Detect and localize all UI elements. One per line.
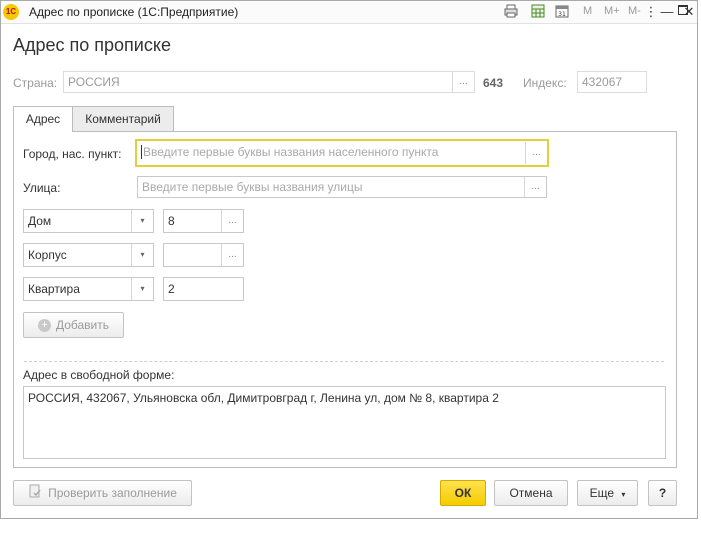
- city-select-button[interactable]: ...: [525, 142, 547, 164]
- memory-minus-button[interactable]: M-: [628, 5, 641, 17]
- building-select-button[interactable]: ...: [221, 244, 243, 266]
- house-select-button[interactable]: ...: [221, 210, 243, 232]
- form-title: Адрес по прописке: [13, 35, 171, 55]
- building-number-input[interactable]: ...: [163, 243, 244, 267]
- country-select-button[interactable]: ...: [452, 72, 474, 92]
- building-type-value: Корпус: [28, 248, 67, 262]
- svg-text:31: 31: [558, 11, 566, 18]
- index-label: Индекс:: [523, 76, 567, 90]
- house-type-value: Дом: [28, 214, 52, 228]
- country-value: РОССИЯ: [68, 75, 120, 89]
- apartment-number-input[interactable]: 2: [163, 277, 244, 301]
- building-type-select[interactable]: Корпус ▾: [23, 243, 154, 267]
- index-field[interactable]: 432067: [577, 71, 647, 93]
- menu-dots-icon[interactable]: ⋮: [643, 3, 659, 21]
- minimize-button[interactable]: —: [659, 3, 675, 21]
- country-code: 643: [483, 76, 504, 90]
- chevron-down-icon: ▾: [621, 490, 626, 499]
- chevron-down-icon[interactable]: ▾: [131, 244, 153, 266]
- close-button[interactable]: ✕: [681, 3, 697, 21]
- check-document-icon: [28, 482, 42, 506]
- house-number-value: 8: [168, 214, 175, 228]
- apartment-type-value: Квартира: [28, 282, 80, 296]
- print-icon[interactable]: [503, 4, 519, 20]
- title-bar: 1С Адрес по прописке (1С:Предприятие) 31…: [1, 1, 697, 24]
- more-button-label: Еще: [589, 486, 615, 500]
- memory-m-button[interactable]: M: [583, 5, 592, 17]
- country-label: Страна:: [13, 76, 58, 90]
- house-type-select[interactable]: Дом ▾: [23, 209, 154, 233]
- window-title: Адрес по прописке (1С:Предприятие): [29, 5, 239, 19]
- apartment-type-select[interactable]: Квартира ▾: [23, 277, 154, 301]
- chevron-down-icon[interactable]: ▾: [131, 210, 153, 232]
- index-value: 432067: [582, 75, 623, 89]
- city-input[interactable]: Введите первые буквы названия населенног…: [135, 139, 549, 167]
- more-button[interactable]: Еще ▾: [577, 480, 638, 506]
- street-label: Улица:: [23, 181, 61, 195]
- tab-address[interactable]: Адрес: [13, 106, 73, 132]
- freeform-address-textarea[interactable]: [23, 386, 666, 459]
- 1c-logo-icon: 1С: [3, 4, 19, 20]
- add-button-label: Добавить: [55, 318, 110, 332]
- city-placeholder: Введите первые буквы названия населенног…: [141, 145, 439, 159]
- tab-comment[interactable]: Комментарий: [72, 106, 174, 132]
- address-dialog-window: 1С Адрес по прописке (1С:Предприятие) 31…: [0, 0, 698, 519]
- country-field[interactable]: РОССИЯ ...: [63, 71, 475, 93]
- calculator-icon[interactable]: [530, 4, 546, 20]
- help-button[interactable]: ?: [648, 480, 677, 506]
- check-fill-label: Проверить заполнение: [48, 486, 177, 500]
- street-input[interactable]: Введите первые буквы названия улицы ...: [137, 176, 547, 198]
- ok-button[interactable]: ОК: [440, 480, 486, 506]
- section-divider: [24, 361, 664, 362]
- calendar-icon[interactable]: 31: [554, 4, 570, 20]
- chevron-down-icon[interactable]: ▾: [131, 278, 153, 300]
- city-label: Город, нас. пункт:: [23, 147, 122, 161]
- apartment-number-value: 2: [168, 282, 175, 296]
- add-button[interactable]: + Добавить: [23, 312, 124, 338]
- street-select-button[interactable]: ...: [524, 177, 546, 197]
- house-number-input[interactable]: 8 ...: [163, 209, 244, 233]
- memory-plus-button[interactable]: M+: [604, 5, 620, 17]
- cancel-button[interactable]: Отмена: [494, 480, 568, 506]
- check-fill-button[interactable]: Проверить заполнение: [13, 480, 192, 506]
- add-icon: +: [37, 319, 51, 333]
- street-placeholder: Введите первые буквы названия улицы: [142, 180, 363, 194]
- freeform-label: Адрес в свободной форме:: [23, 368, 175, 382]
